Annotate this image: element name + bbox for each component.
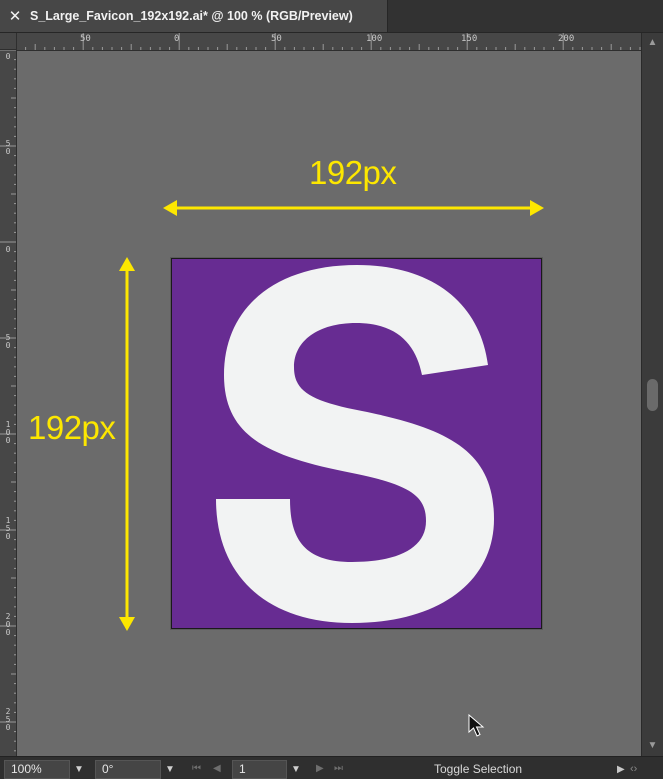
first-artboard-icon[interactable]: ⏮ <box>192 761 201 777</box>
chevron-down-icon[interactable]: ▼ <box>68 760 90 779</box>
vertical-scrollbar[interactable]: ▲ ▼ <box>641 33 663 756</box>
scroll-down-icon[interactable]: ▼ <box>642 738 663 754</box>
ruler-label: 0 <box>5 52 11 61</box>
width-arrow-right-head <box>530 200 544 216</box>
height-dimension-label[interactable]: 192px <box>28 409 116 447</box>
ruler-origin[interactable] <box>0 33 17 50</box>
document-tab-bar: ✕ S_Large_Favicon_192x192.ai* @ 100 % (R… <box>0 0 663 33</box>
document-tab[interactable]: ✕ S_Large_Favicon_192x192.ai* @ 100 % (R… <box>0 0 388 32</box>
ruler-label: 50 <box>80 34 91 44</box>
ruler-label: 0 <box>174 34 180 44</box>
letter-s-glyph[interactable] <box>172 259 541 628</box>
toggle-selection-label[interactable]: Toggle Selection <box>434 761 522 778</box>
ruler-label: 150 <box>5 516 11 541</box>
ruler-label: 250 <box>5 707 11 732</box>
ruler-label: 50 <box>5 333 11 350</box>
vertical-ruler[interactable]: 0 50 0 50 100 150 200 250 <box>0 50 17 756</box>
ruler-label: 100 <box>366 34 383 44</box>
ruler-label: 0 <box>5 245 11 254</box>
chevron-down-icon[interactable]: ▼ <box>285 760 307 779</box>
height-arrow-bottom-head <box>119 617 135 631</box>
document-title: S_Large_Favicon_192x192.ai* @ 100 % (RGB… <box>30 9 353 23</box>
favicon-artboard[interactable] <box>170 257 543 630</box>
ruler-label: 100 <box>5 420 11 445</box>
zoom-field[interactable]: 100% <box>4 760 70 779</box>
horizontal-ruler[interactable]: 50 0 50 100 150 200 <box>17 33 641 51</box>
ruler-label: 50 <box>5 139 11 156</box>
width-arrow-left-head <box>163 200 177 216</box>
play-icon[interactable]: ▶ <box>617 761 625 778</box>
code-icon[interactable]: ‹› <box>630 761 637 778</box>
scrollbar-thumb[interactable] <box>647 379 658 411</box>
horizontal-ruler-ticks <box>25 33 641 50</box>
ruler-label: 150 <box>461 34 478 44</box>
mouse-pointer-icon <box>468 714 485 737</box>
previous-artboard-icon[interactable]: ◀ <box>213 761 221 777</box>
ruler-label: 200 <box>5 612 11 637</box>
artboard-number-field[interactable]: 1 <box>232 760 287 779</box>
close-icon[interactable]: ✕ <box>0 7 30 25</box>
rotation-field[interactable]: 0° <box>95 760 161 779</box>
chevron-down-icon[interactable]: ▼ <box>159 760 181 779</box>
last-artboard-icon[interactable]: ⏭ <box>334 761 343 777</box>
ruler-label: 50 <box>271 34 282 44</box>
scroll-up-icon[interactable]: ▲ <box>642 35 663 51</box>
height-arrow-top-head <box>119 257 135 271</box>
canvas-area[interactable]: 192px 192px <box>17 51 641 756</box>
next-artboard-icon[interactable]: ▶ <box>316 761 324 777</box>
status-bar: 100% ▼ 0° ▼ ⏮ ◀ 1 ▼ ▶ ⏭ Toggle Selection… <box>0 756 663 779</box>
ruler-label: 200 <box>558 34 575 44</box>
